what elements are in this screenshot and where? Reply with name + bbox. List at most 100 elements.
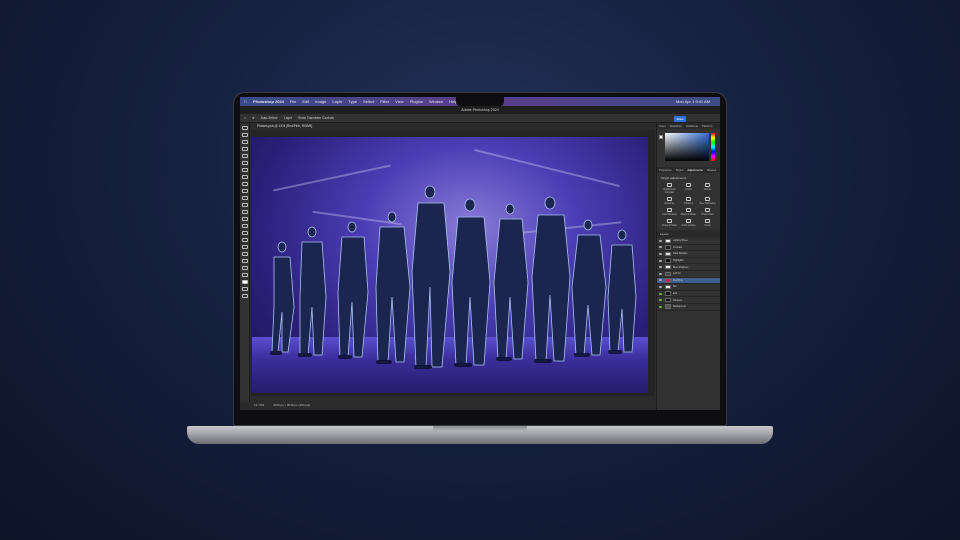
adj-color-lookup[interactable]: Color Lookup xyxy=(679,219,698,227)
layer-row[interactable]: Blue Shadows xyxy=(657,264,720,271)
options-bar: ⌂ ✥ Auto-Select: Layer Show Transform Co… xyxy=(240,114,720,123)
layer-row[interactable]: Lighting Fixes xyxy=(657,238,720,245)
photo-filter-icon xyxy=(705,208,710,212)
adj-levels[interactable]: Levels xyxy=(679,183,698,194)
lasso-tool-icon[interactable] xyxy=(241,147,248,151)
document-tab[interactable]: Phases.psb @ 13% (Red/Pink, RGB/8) xyxy=(251,123,661,130)
transform-controls-checkbox[interactable]: Show Transform Controls xyxy=(298,116,334,120)
layers-panel-title[interactable]: Layers xyxy=(657,230,720,238)
layer-row-selected[interactable]: Red/Pink xyxy=(657,277,720,285)
canvas-image[interactable] xyxy=(252,137,648,393)
move-tool-icon[interactable] xyxy=(241,126,248,130)
adj-hue-saturation[interactable]: Hue/ Saturation xyxy=(698,197,717,205)
zoom-level[interactable]: 12.73% xyxy=(254,403,264,407)
tab-adjustments[interactable]: Adjustments xyxy=(687,167,702,173)
dancers-group xyxy=(270,185,637,369)
move-tool-icon[interactable]: ✥ xyxy=(252,116,255,120)
adj-photo-filter[interactable]: Photo Filter xyxy=(698,208,717,216)
tab-properties[interactable]: Properties xyxy=(659,167,672,173)
shape-tool-icon[interactable] xyxy=(241,259,248,263)
menu-plugins[interactable]: Plugins xyxy=(410,99,423,104)
foreground-color-swatch[interactable] xyxy=(659,135,663,139)
menu-window[interactable]: Window xyxy=(429,99,443,104)
app-menu[interactable]: Photoshop 2024 xyxy=(253,99,284,104)
layer-row[interactable]: Dark Shadow xyxy=(657,251,720,258)
visibility-icon[interactable] xyxy=(659,299,662,302)
adj-channel-mixer[interactable]: Channel Mixer xyxy=(660,219,679,227)
color-field[interactable] xyxy=(665,133,709,161)
zoom-tool-icon[interactable] xyxy=(241,273,248,277)
menu-image[interactable]: Image xyxy=(315,99,326,104)
pen-tool-icon[interactable] xyxy=(241,238,248,242)
layer-thumbnail xyxy=(665,251,671,257)
channel-mixer-icon xyxy=(667,219,672,223)
brush-tool-icon[interactable] xyxy=(241,189,248,193)
path-select-tool-icon[interactable] xyxy=(241,252,248,256)
gradient-tool-icon[interactable] xyxy=(241,217,248,221)
visibility-icon[interactable] xyxy=(659,259,662,262)
menubar-clock[interactable]: Mon Apr 1 9:41 AM xyxy=(676,99,710,104)
layer-thumbnail xyxy=(665,297,671,303)
hue-slider[interactable] xyxy=(711,133,715,161)
visibility-icon[interactable] xyxy=(659,279,662,282)
visibility-icon[interactable] xyxy=(659,285,662,288)
screen-mode-icon[interactable] xyxy=(241,294,248,298)
menu-edit[interactable]: Edit xyxy=(302,99,309,104)
auto-select-checkbox[interactable]: Auto-Select: xyxy=(261,116,278,120)
menu-select[interactable]: Select xyxy=(363,99,374,104)
menu-type[interactable]: Type xyxy=(348,99,357,104)
layer-row[interactable]: Highlights xyxy=(657,258,720,265)
history-brush-tool-icon[interactable] xyxy=(241,203,248,207)
visibility-icon[interactable] xyxy=(659,292,662,295)
object-select-tool-icon[interactable] xyxy=(241,154,248,158)
menu-layer[interactable]: Layer xyxy=(332,99,342,104)
apple-icon[interactable]:  xyxy=(244,99,247,104)
visibility-icon[interactable] xyxy=(659,266,662,269)
stamp-tool-icon[interactable] xyxy=(241,196,248,200)
healing-tool-icon[interactable] xyxy=(241,182,248,186)
black-white-icon xyxy=(686,208,691,212)
layer-row[interactable]: Left FX xyxy=(657,271,720,278)
visibility-icon[interactable] xyxy=(659,252,662,255)
marquee-tool-icon[interactable] xyxy=(241,140,248,144)
color-lookup-icon xyxy=(686,219,691,223)
adj-invert[interactable]: Invert xyxy=(698,219,717,227)
tab-shapes[interactable]: Shapes xyxy=(707,167,717,173)
menu-file[interactable]: File xyxy=(290,99,296,104)
artboard-tool-icon[interactable] xyxy=(241,133,248,137)
menu-view[interactable]: View xyxy=(395,99,404,104)
adj-color-balance[interactable]: Color Balance xyxy=(660,208,679,216)
visibility-icon[interactable] xyxy=(659,239,662,242)
layer-row[interactable]: Edit xyxy=(657,291,720,298)
layer-thumbnail xyxy=(665,271,671,277)
vibrance-icon xyxy=(686,197,691,201)
adj-brightness-contrast[interactable]: Brightness/ Contrast xyxy=(660,183,679,194)
layer-thumbnail xyxy=(665,258,671,263)
layer-row[interactable]: BG xyxy=(657,284,720,291)
eyedropper-tool-icon[interactable] xyxy=(241,175,248,179)
blur-tool-icon[interactable] xyxy=(241,224,248,228)
dodge-tool-icon[interactable] xyxy=(241,231,248,235)
tab-styles[interactable]: Styles xyxy=(676,167,684,173)
crop-tool-icon[interactable] xyxy=(241,161,248,165)
share-button[interactable]: Share xyxy=(674,115,686,122)
visibility-icon[interactable] xyxy=(659,246,662,249)
visibility-icon[interactable] xyxy=(659,305,662,308)
layer-select-dropdown[interactable]: Layer xyxy=(284,116,292,120)
adj-curves[interactable]: Curves xyxy=(698,183,717,194)
adj-exposure[interactable]: Exposure xyxy=(660,197,679,205)
eraser-tool-icon[interactable] xyxy=(241,210,248,214)
visibility-icon[interactable] xyxy=(659,272,662,275)
hand-tool-icon[interactable] xyxy=(241,266,248,270)
adj-black-white[interactable]: Black & White xyxy=(679,208,698,216)
menu-filter[interactable]: Filter xyxy=(380,99,389,104)
quick-mask-icon[interactable] xyxy=(241,287,248,291)
layer-row[interactable]: Background xyxy=(657,304,720,311)
frame-tool-icon[interactable] xyxy=(241,168,248,172)
adj-vibrance[interactable]: Vibrance xyxy=(679,197,698,205)
foreground-background-swatch[interactable] xyxy=(241,280,248,284)
type-tool-icon[interactable] xyxy=(241,245,248,249)
layer-row[interactable]: Contrast xyxy=(657,245,720,252)
layer-row[interactable]: Dancers xyxy=(657,297,720,304)
home-icon[interactable]: ⌂ xyxy=(244,116,246,120)
